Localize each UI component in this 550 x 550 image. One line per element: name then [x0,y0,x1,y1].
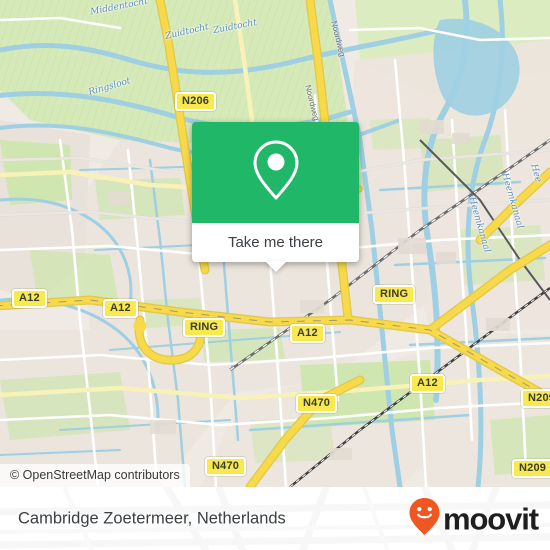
osm-attribution[interactable]: © OpenStreetMap contributors [0,464,190,487]
take-me-there-button[interactable]: Take me there [192,223,359,262]
road-shield-n470: N470 [205,457,247,476]
road-shield-a12: A12 [103,299,138,318]
place-popup-card[interactable]: Take me there [192,122,359,272]
road-shield-a12: A12 [12,289,47,308]
road-shield-n206: N206 [175,92,217,111]
moovit-place-card: Middentocht Zuidtocht Zuidtocht Ringsloo… [0,0,550,550]
road-shield-n209: N209 [521,389,550,408]
place-title: Cambridge Zoetermeer, Netherlands [18,509,286,527]
moovit-pin-smile-icon [408,496,441,541]
popup-marker-area [192,122,359,223]
map-pin-icon [251,139,301,206]
moovit-logo[interactable]: moovit [408,496,539,541]
road-shield-n209: N209 [512,459,550,478]
road-shield-ring: RING [373,285,416,304]
map-canvas[interactable]: Middentocht Zuidtocht Zuidtocht Ringsloo… [0,0,550,487]
popup-pointer [264,261,287,272]
take-me-there-label: Take me there [227,234,324,251]
road-shield-a12: A12 [290,324,325,343]
road-shield-n470: N470 [296,394,338,413]
road-shield-a12: A12 [410,374,445,393]
footer-bar: Cambridge Zoetermeer, Netherlands moovit [0,487,550,550]
road-shield-ring: RING [183,318,226,337]
moovit-wordmark: moovit [442,501,539,536]
